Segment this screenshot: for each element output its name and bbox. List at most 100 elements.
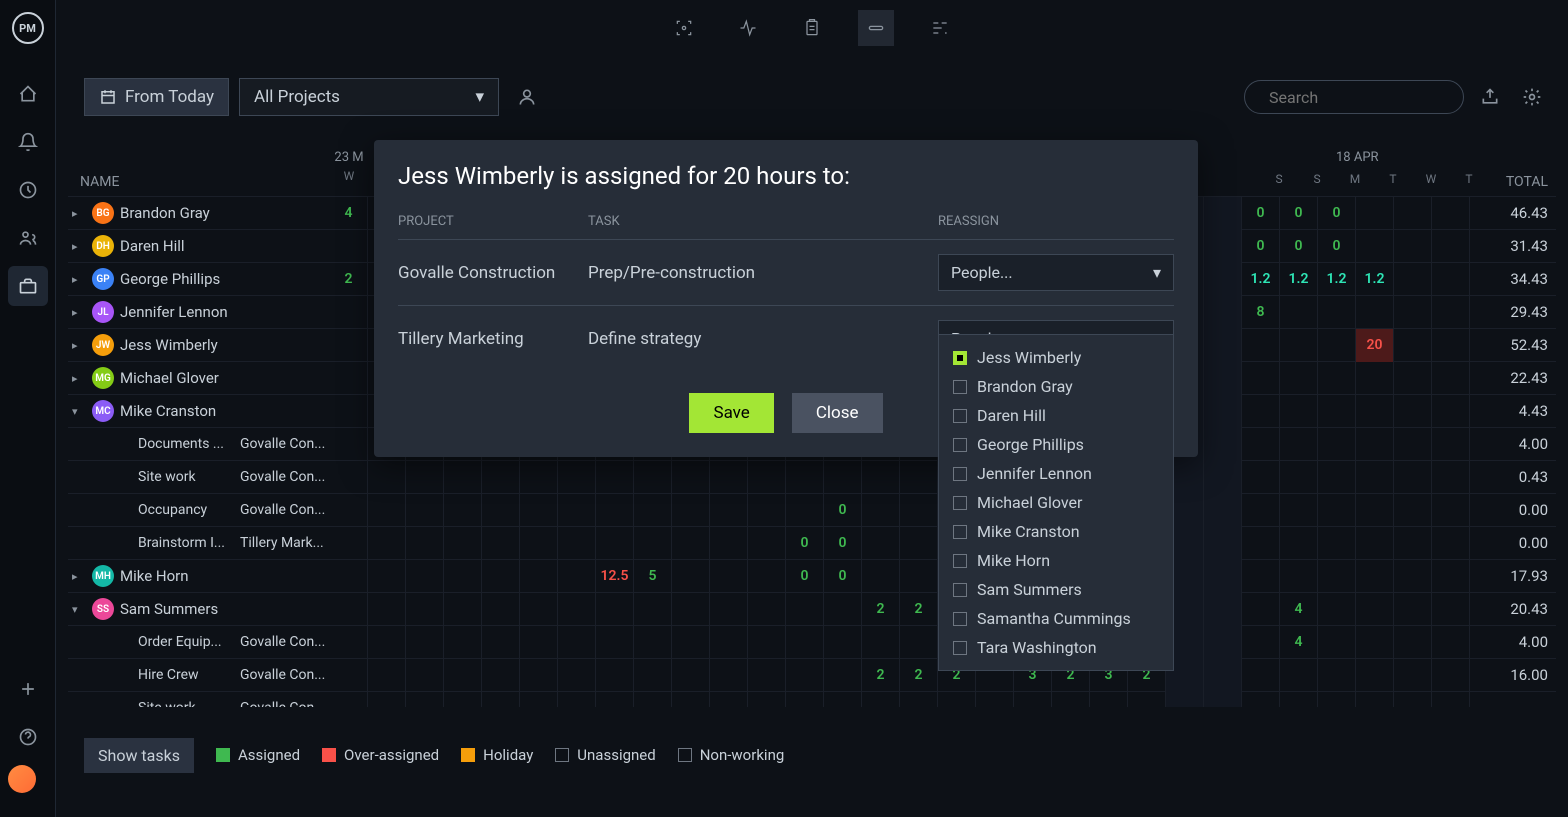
workload-cell[interactable] [330,428,368,461]
workload-cell[interactable] [786,593,824,626]
nav-clock-icon[interactable] [8,170,48,210]
workload-cell[interactable] [824,659,862,692]
workload-cell[interactable] [1432,494,1470,527]
workload-cell[interactable] [1204,395,1242,428]
workload-cell[interactable] [558,626,596,659]
checkbox[interactable] [953,525,967,539]
person-row-name[interactable]: ▸ DH Daren Hill [68,235,330,257]
workload-cell[interactable] [368,494,406,527]
workload-cell[interactable] [1242,461,1280,494]
workload-cell[interactable] [1090,692,1128,708]
workload-cell[interactable] [1166,692,1204,708]
workload-cell[interactable] [634,494,672,527]
workload-cell[interactable] [786,461,824,494]
workload-cell[interactable] [1394,296,1432,329]
dropdown-item[interactable]: George Phillips [939,430,1173,459]
workload-cell[interactable] [368,560,406,593]
workload-cell[interactable] [1432,197,1470,230]
workload-cell[interactable]: 5 [634,560,672,593]
workload-cell[interactable] [1432,593,1470,626]
workload-cell[interactable] [1242,626,1280,659]
workload-cell[interactable] [330,659,368,692]
person-row-name[interactable]: ▸ MG Michael Glover [68,367,330,389]
workload-cell[interactable]: 0 [824,494,862,527]
workload-cell[interactable] [1280,560,1318,593]
workload-cell[interactable] [1280,296,1318,329]
close-button[interactable]: Close [792,393,883,433]
workload-cell[interactable] [596,527,634,560]
workload-cell[interactable] [1280,659,1318,692]
workload-cell[interactable] [1280,428,1318,461]
workload-cell[interactable] [672,593,710,626]
workload-cell[interactable] [1394,428,1432,461]
workload-cell[interactable] [1394,362,1432,395]
workload-cell[interactable]: 0 [1242,230,1280,263]
workload-cell[interactable] [1356,362,1394,395]
workload-cell[interactable] [330,692,368,708]
person-row-name[interactable]: ▸ JW Jess Wimberly [68,334,330,356]
nav-briefcase-icon[interactable] [8,266,48,306]
workload-cell[interactable] [520,692,558,708]
workload-cell[interactable] [368,659,406,692]
workload-cell[interactable] [1242,494,1280,527]
workload-cell[interactable] [1318,395,1356,428]
workload-cell[interactable] [596,626,634,659]
workload-cell[interactable] [520,494,558,527]
dropdown-item[interactable]: Sam Summers [939,575,1173,604]
workload-cell[interactable] [1204,659,1242,692]
workload-cell[interactable] [1204,626,1242,659]
workload-cell[interactable] [710,692,748,708]
task-row-name[interactable]: Site work Govalle Con... [68,469,330,485]
nav-people-icon[interactable] [8,218,48,258]
workload-cell[interactable] [1356,560,1394,593]
workload-cell[interactable] [482,659,520,692]
dropdown-item[interactable]: Tara Washington [939,633,1173,662]
workload-cell[interactable] [634,527,672,560]
workload-cell[interactable] [1318,659,1356,692]
workload-cell[interactable] [1280,362,1318,395]
workload-cell[interactable] [1394,461,1432,494]
workload-cell[interactable] [444,593,482,626]
workload-cell[interactable] [1318,593,1356,626]
workload-cell[interactable] [748,560,786,593]
workload-cell[interactable]: 1.2 [1318,263,1356,296]
workload-cell[interactable] [1356,296,1394,329]
workload-cell[interactable] [1242,428,1280,461]
dropdown-item[interactable]: Samantha Cummings [939,604,1173,633]
workload-cell[interactable]: 2 [862,659,900,692]
workload-cell[interactable] [824,461,862,494]
workload-cell[interactable] [1356,494,1394,527]
workload-cell[interactable] [672,626,710,659]
search-input[interactable] [1269,88,1472,107]
workload-cell[interactable] [1394,230,1432,263]
workload-cell[interactable] [710,560,748,593]
workload-cell[interactable] [1204,428,1242,461]
workload-cell[interactable] [634,659,672,692]
workload-cell[interactable] [1204,362,1242,395]
workload-cell[interactable] [748,626,786,659]
projects-select[interactable]: All Projects ▾ [239,78,499,116]
workload-cell[interactable] [1242,659,1280,692]
workload-cell[interactable] [634,593,672,626]
checkbox[interactable] [953,351,967,365]
workload-cell[interactable] [520,461,558,494]
workload-cell[interactable] [786,659,824,692]
workload-cell[interactable] [634,461,672,494]
workload-cell[interactable]: 0 [1280,230,1318,263]
workload-cell[interactable] [330,527,368,560]
workload-cell[interactable] [1432,395,1470,428]
dropdown-item[interactable]: Jess Wimberly [939,343,1173,372]
workload-cell[interactable] [672,494,710,527]
person-row-name[interactable]: ▾ SS Sam Summers [68,598,330,620]
person-row-name[interactable]: ▸ MH Mike Horn [68,565,330,587]
workload-cell[interactable] [1242,362,1280,395]
workload-cell[interactable] [1204,560,1242,593]
workload-cell[interactable] [634,692,672,708]
workload-cell[interactable] [1280,527,1318,560]
workload-cell[interactable] [1356,593,1394,626]
scan-icon[interactable] [666,10,702,46]
workload-cell[interactable] [862,626,900,659]
checkbox[interactable] [953,554,967,568]
workload-cell[interactable] [710,527,748,560]
workload-cell[interactable] [710,626,748,659]
